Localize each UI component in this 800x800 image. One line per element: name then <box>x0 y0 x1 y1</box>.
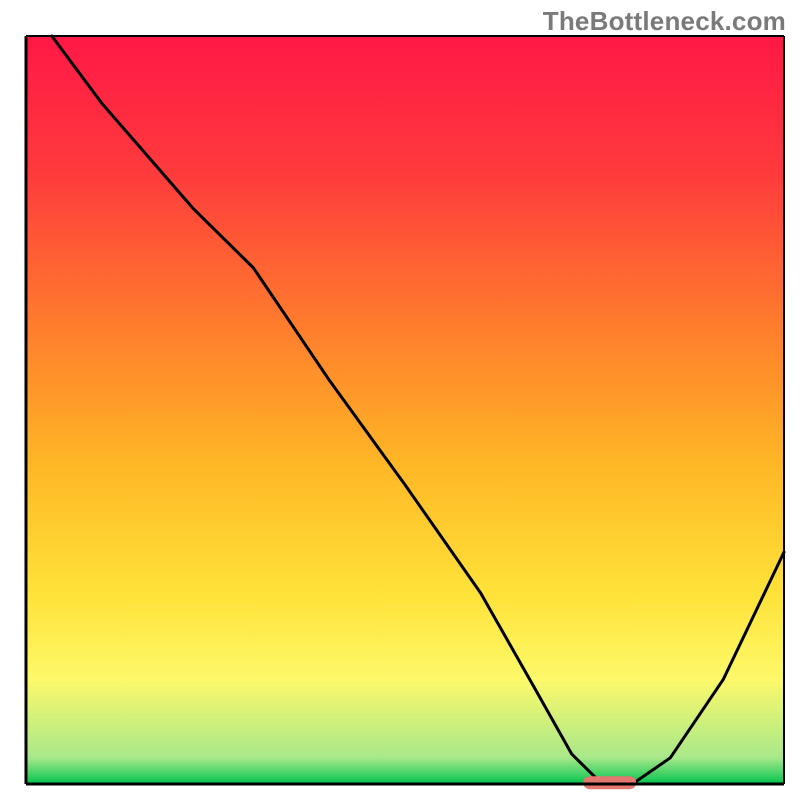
chart-stage: TheBottleneck.com <box>0 0 800 800</box>
bottleneck-plot <box>0 0 800 800</box>
